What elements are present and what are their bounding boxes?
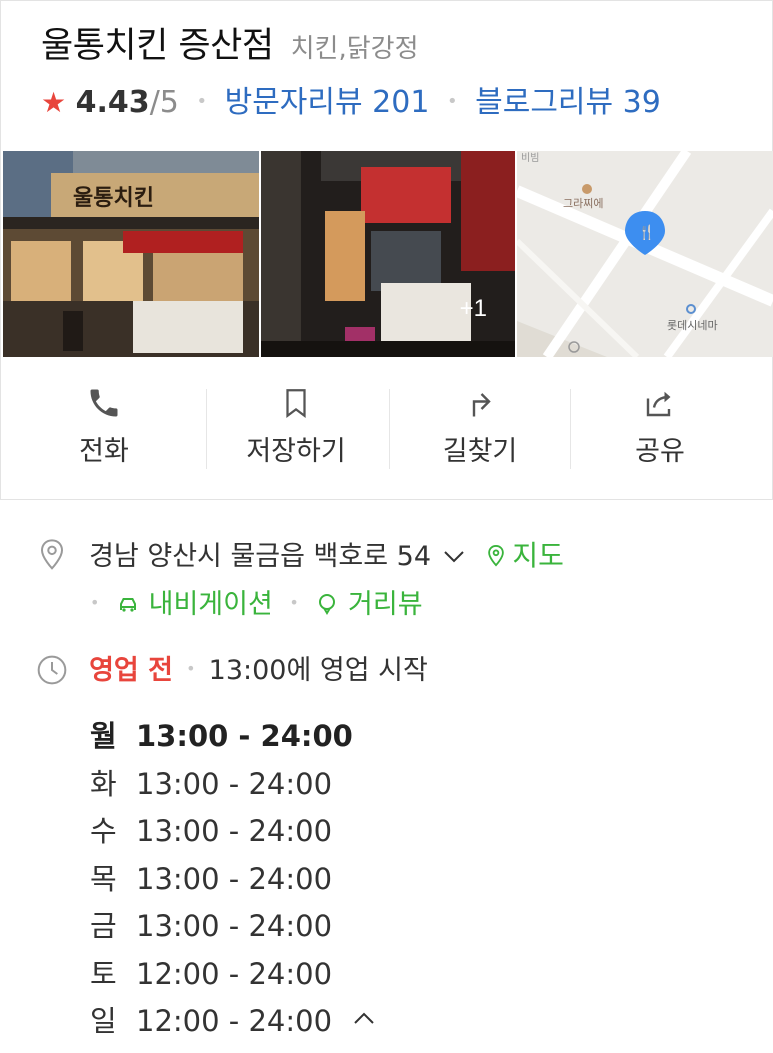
call-label: 전화: [79, 436, 129, 467]
hours-row-sat: 토 12:00 - 24:00: [90, 951, 377, 999]
hours-row-fri: 금 13:00 - 24:00: [90, 903, 377, 951]
hours-row-thu: 목 13:00 - 24:00: [90, 856, 377, 904]
divider: [570, 389, 571, 469]
address-row: 경남 양산시 물금읍 백호로 54 지도: [36, 534, 564, 574]
phone-icon: [90, 389, 118, 417]
directions-button[interactable]: 길찾기: [395, 379, 565, 479]
svg-text:🍴: 🍴: [638, 224, 655, 241]
streetview-pin-icon: [319, 594, 336, 615]
day-label: 월: [90, 719, 117, 753]
opening-info: 13:00에 영업 시작: [208, 655, 428, 686]
separator-dot: •: [446, 91, 458, 112]
map-thumbnail[interactable]: 비빔 그라찌에 롯데시네마 🍴: [517, 151, 773, 357]
day-hours: 12:00 - 24:00: [136, 956, 333, 991]
rating-max: /5: [149, 85, 179, 120]
day-hours: 12:00 - 24:00: [136, 1004, 333, 1038]
day-hours: 13:00 - 24:00: [136, 861, 333, 896]
address-text: 경남 양산시 물금읍 백호로 54: [89, 541, 432, 572]
directions-label: 길찾기: [442, 436, 518, 467]
visitor-reviews-link[interactable]: 방문자리뷰 201: [225, 85, 430, 120]
day-label: 토: [90, 956, 117, 991]
hours-row-mon: 월 13:00 - 24:00: [90, 713, 377, 761]
sign-text: 울통치킨: [73, 186, 154, 211]
day-hours: 13:00 - 24:00: [136, 909, 333, 943]
day-label: 금: [90, 909, 117, 943]
hours-row-tue: 화 13:00 - 24:00: [90, 761, 377, 809]
place-category: 치킨,닭강정: [290, 34, 419, 64]
location-pin-icon: [40, 539, 64, 570]
business-hours-header: 영업 전 • 13:00에 영업 시작: [36, 648, 428, 687]
chevron-down-icon[interactable]: [442, 547, 466, 567]
share-icon: [646, 391, 671, 417]
map-label: 그라찌에: [563, 197, 603, 210]
share-label: 공유: [635, 436, 685, 467]
day-label: 수: [90, 814, 117, 848]
separator-dot: •: [186, 659, 196, 678]
map-label: 비빔: [521, 152, 539, 164]
separator-dot: •: [90, 593, 100, 612]
action-bar: 전화 저장하기 길찾기 공유: [1, 379, 772, 479]
map-label: 롯데시네마: [667, 319, 718, 332]
day-hours: 13:00 - 24:00: [136, 719, 353, 753]
day-hours: 13:00 - 24:00: [136, 814, 333, 848]
separator-dot: •: [289, 593, 299, 612]
map-link-label: 지도: [512, 539, 564, 572]
storefront-photo-2[interactable]: +1: [261, 151, 515, 357]
place-name: 울통치킨 증산점: [41, 26, 274, 66]
directions-icon: [472, 393, 491, 417]
streetview-link[interactable]: 거리뷰: [315, 589, 423, 620]
day-label: 일: [90, 1004, 117, 1038]
photo-strip: 울통치킨 +1 비빔 그라찌에 롯데시네마 🍴: [3, 151, 773, 357]
map-link[interactable]: 지도: [485, 539, 564, 572]
hours-row-wed: 수 13:00 - 24:00: [90, 808, 377, 856]
star-icon: ★: [41, 86, 67, 119]
title-row: 울통치킨 증산점 치킨,닭강정: [41, 17, 419, 68]
blog-reviews-link[interactable]: 블로그리뷰 39: [475, 85, 661, 120]
bookmark-icon: [286, 389, 306, 419]
streetview-label: 거리뷰: [348, 589, 423, 620]
clock-icon: [37, 655, 67, 685]
rating-score: 4.43: [75, 85, 150, 120]
rating-row: ★ 4.43/5 • 방문자리뷰 201 • 블로그리뷰 39: [41, 77, 661, 121]
share-button[interactable]: 공유: [575, 379, 745, 479]
save-label: 저장하기: [246, 436, 346, 467]
hours-list: 월 13:00 - 24:00 화 13:00 - 24:00 수 13:00 - 2…: [90, 713, 377, 1046]
navigation-label: 내비게이션: [148, 589, 273, 620]
call-button[interactable]: 전화: [21, 379, 187, 479]
chevron-up-icon[interactable]: [351, 1009, 377, 1029]
separator-dot: •: [196, 91, 208, 112]
place-summary-card: 울통치킨 증산점 치킨,닭강정 ★ 4.43/5 • 방문자리뷰 201 • 블…: [0, 0, 773, 500]
storefront-photo-1[interactable]: 울통치킨: [3, 151, 259, 357]
day-label: 화: [90, 766, 117, 801]
navigation-link[interactable]: 내비게이션: [116, 589, 281, 620]
divider: [206, 389, 207, 469]
map-pin-outline-icon: [488, 544, 505, 567]
hours-row-sun: 일 12:00 - 24:00: [90, 998, 377, 1046]
day-label: 목: [90, 861, 117, 896]
divider: [389, 389, 390, 469]
car-icon: [120, 598, 137, 612]
save-button[interactable]: 저장하기: [211, 379, 381, 479]
day-hours: 13:00 - 24:00: [136, 766, 333, 801]
navigation-row: • 내비게이션 • 거리뷰: [90, 582, 423, 621]
more-photos-count[interactable]: +1: [460, 295, 487, 323]
business-status: 영업 전: [89, 655, 174, 686]
